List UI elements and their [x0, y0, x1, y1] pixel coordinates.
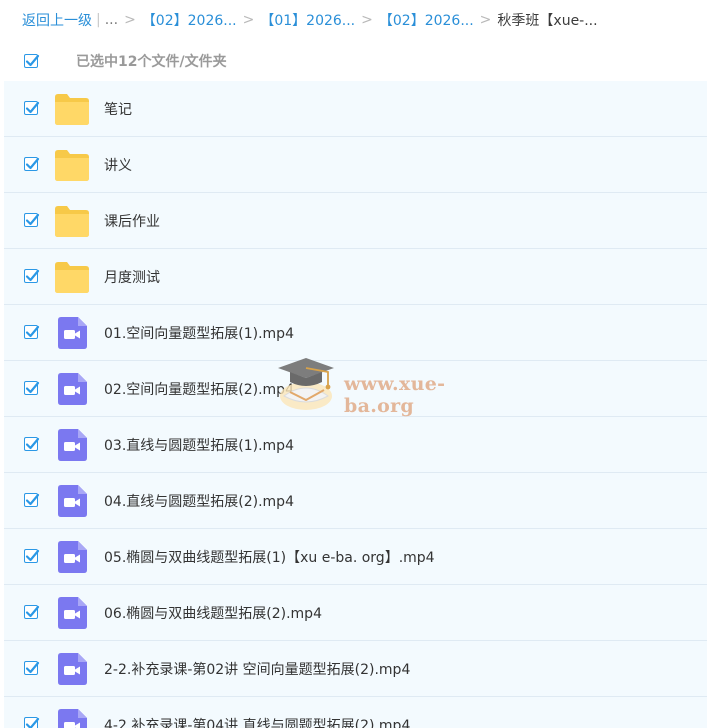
file-name[interactable]: 2-2.补充录课-第02讲 空间向量题型拓展(2).mp4 [104, 659, 410, 679]
selection-summary: 已选中12个文件/文件夹 [76, 53, 227, 70]
breadcrumb: 返回上一级 | ... > 【02】2026... > 【01】2026... … [22, 0, 707, 40]
row-checkbox[interactable] [24, 549, 40, 563]
file-name[interactable]: 课后作业 [104, 211, 160, 231]
video-file-icon [54, 428, 90, 462]
row-checkbox[interactable] [24, 717, 40, 728]
folder-icon [54, 148, 90, 182]
row-checkbox[interactable] [24, 605, 40, 619]
file-list: 笔记讲义课后作业月度测试 01.空间向量题型拓展(1).mp4 02.空间向量题型拓… [4, 81, 707, 728]
checkmark-icon [25, 661, 40, 674]
breadcrumb-divider: | [96, 12, 101, 28]
checkmark-icon [25, 549, 40, 562]
checkmark-icon [25, 493, 40, 506]
video-file-icon [54, 708, 90, 728]
file-row[interactable]: 04.直线与圆题型拓展(2).mp4 [4, 473, 707, 529]
row-checkbox[interactable] [24, 101, 40, 115]
folder-row[interactable]: 笔记 [4, 81, 707, 137]
file-row[interactable]: 05.椭圆与双曲线题型拓展(1)【xu e-ba. org】.mp4 [4, 529, 707, 585]
file-row[interactable]: 03.直线与圆题型拓展(1).mp4 [4, 417, 707, 473]
file-row[interactable]: 02.空间向量题型拓展(2).mp4 [4, 361, 707, 417]
row-checkbox[interactable] [24, 437, 40, 451]
file-name[interactable]: 讲义 [104, 155, 132, 175]
video-file-icon [54, 372, 90, 406]
folder-icon [54, 260, 90, 294]
checkmark-icon [25, 605, 40, 618]
folder-icon [54, 204, 90, 238]
file-name[interactable]: 笔记 [104, 99, 132, 119]
file-name[interactable]: 01.空间向量题型拓展(1).mp4 [104, 323, 294, 343]
checkmark-icon [25, 101, 40, 114]
folder-row[interactable]: 月度测试 [4, 249, 707, 305]
row-checkbox[interactable] [24, 269, 40, 283]
checkmark-icon [25, 381, 40, 394]
breadcrumb-separator-icon: > [479, 12, 492, 28]
row-checkbox[interactable] [24, 493, 40, 507]
video-file-icon [54, 652, 90, 686]
file-row[interactable]: 2-2.补充录课-第02讲 空间向量题型拓展(2).mp4 [4, 641, 707, 697]
breadcrumb-current: 秋季班【xue-... [497, 13, 598, 29]
row-checkbox[interactable] [24, 381, 40, 395]
row-checkbox[interactable] [24, 325, 40, 339]
file-name[interactable]: 4-2.补充录课-第04讲 直线与圆题型拓展(2).mp4 [104, 715, 410, 728]
breadcrumb-item[interactable]: 【01】2026... [260, 10, 355, 30]
back-link[interactable]: 返回上一级 [22, 10, 92, 30]
video-file-icon [54, 316, 90, 350]
checkmark-icon [25, 157, 40, 170]
breadcrumb-item[interactable]: 【02】2026... [379, 10, 474, 30]
video-file-icon [54, 540, 90, 574]
video-file-icon [54, 596, 90, 630]
checkmark-icon [25, 717, 40, 728]
breadcrumb-separator-icon: > [124, 12, 136, 28]
select-all-checkbox[interactable] [24, 53, 40, 68]
checkmark-icon [25, 269, 40, 282]
checkmark-icon [25, 325, 40, 338]
folder-icon [54, 92, 90, 126]
video-file-icon [54, 484, 90, 518]
file-row[interactable]: 01.空间向量题型拓展(1).mp4 [4, 305, 707, 361]
file-name[interactable]: 04.直线与圆题型拓展(2).mp4 [104, 491, 294, 511]
file-name[interactable]: 02.空间向量题型拓展(2).mp4 [104, 379, 294, 399]
row-checkbox[interactable] [24, 157, 40, 171]
checkmark-icon [25, 213, 40, 226]
checkmark-icon [25, 437, 40, 450]
file-row[interactable]: 06.椭圆与双曲线题型拓展(2).mp4 [4, 585, 707, 641]
file-row[interactable]: 4-2.补充录课-第04讲 直线与圆题型拓展(2).mp4 [4, 697, 707, 728]
folder-row[interactable]: 课后作业 [4, 193, 707, 249]
breadcrumb-ellipsis[interactable]: ... [105, 12, 118, 28]
file-name[interactable]: 03.直线与圆题型拓展(1).mp4 [104, 435, 294, 455]
breadcrumb-separator-icon: > [242, 12, 255, 28]
row-checkbox[interactable] [24, 661, 40, 675]
row-checkbox[interactable] [24, 213, 40, 227]
breadcrumb-item[interactable]: 【02】2026... [142, 10, 237, 30]
folder-row[interactable]: 讲义 [4, 137, 707, 193]
file-name[interactable]: 06.椭圆与双曲线题型拓展(2).mp4 [104, 603, 322, 623]
breadcrumb-separator-icon: > [361, 12, 373, 28]
checkmark-icon [25, 54, 40, 66]
file-browser: 返回上一级 | ... > 【02】2026... > 【01】2026... … [0, 0, 707, 728]
file-name[interactable]: 05.椭圆与双曲线题型拓展(1)【xu e-ba. org】.mp4 [104, 547, 435, 567]
selection-header: 已选中12个文件/文件夹 [0, 40, 707, 81]
file-name[interactable]: 月度测试 [104, 267, 160, 287]
